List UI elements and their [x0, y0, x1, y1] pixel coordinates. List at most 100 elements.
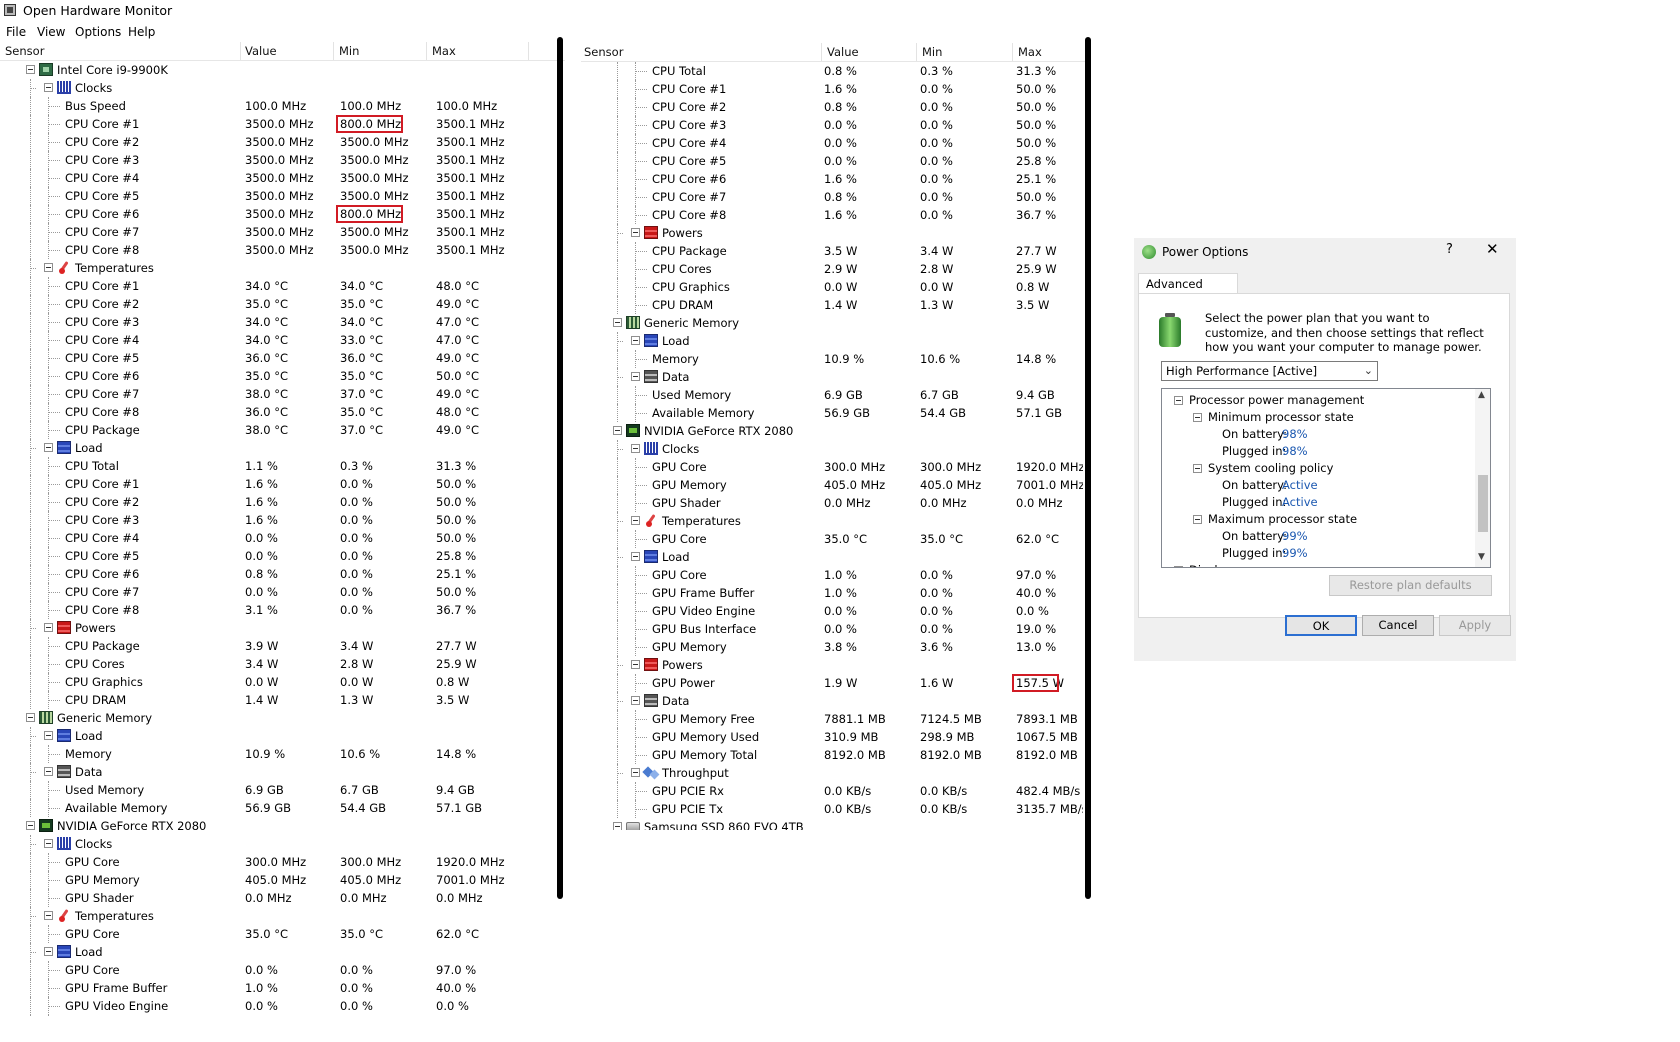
sensor-row[interactable]: CPU Total 0.8 % 0.3 % 31.3 % — [581, 62, 1083, 80]
column-divider[interactable] — [240, 42, 241, 60]
setting-value-link[interactable]: 98% — [1282, 427, 1308, 441]
collapse-toggle-icon[interactable] — [44, 623, 53, 632]
collapse-toggle-icon[interactable] — [44, 947, 53, 956]
sensor-row[interactable]: CPU Core #2 1.6 % 0.0 % 50.0 % — [0, 493, 560, 511]
sensor-row[interactable]: GPU Memory Total 8192.0 MB 8192.0 MB 8192.0… — [581, 746, 1083, 764]
column-header-min[interactable]: Min — [922, 45, 942, 59]
sensor-row[interactable]: GPU Power 1.9 W 1.6 W 157.5 W — [581, 674, 1083, 692]
sensor-row[interactable]: GPU Shader 0.0 MHz 0.0 MHz 0.0 MHz — [0, 889, 560, 907]
column-header-min[interactable]: Min — [339, 44, 359, 58]
sensor-row[interactable]: GPU Core 0.0 % 0.0 % 97.0 % — [0, 961, 560, 979]
sensor-group-row[interactable]: Clocks — [0, 835, 560, 853]
sensor-group-row[interactable]: Load — [0, 943, 560, 961]
collapse-toggle-icon[interactable] — [44, 731, 53, 740]
collapse-toggle-icon[interactable] — [44, 443, 53, 452]
apply-button[interactable]: Apply — [1439, 615, 1511, 636]
sensor-group-row[interactable]: NVIDIA GeForce RTX 2080 — [0, 817, 560, 835]
sensor-row[interactable]: CPU Core #7 0.8 % 0.0 % 50.0 % — [581, 188, 1083, 206]
sensor-row[interactable]: CPU Core #7 0.0 % 0.0 % 50.0 % — [0, 583, 560, 601]
sensor-group-row[interactable]: Powers — [581, 224, 1083, 242]
sensor-group-row[interactable]: Powers — [0, 619, 560, 637]
setting-value-link[interactable]: 98% — [1282, 444, 1308, 458]
sensor-group-row[interactable]: Load — [0, 727, 560, 745]
restore-plan-defaults-button[interactable]: Restore plan defaults — [1329, 575, 1492, 596]
sensor-row[interactable]: CPU Core #7 38.0 °C 37.0 °C 49.0 °C — [0, 385, 560, 403]
sensor-row[interactable]: GPU Memory 405.0 MHz 405.0 MHz 7001.0 MHz — [581, 476, 1083, 494]
column-divider[interactable] — [1012, 43, 1013, 61]
menu-help[interactable]: Help — [128, 25, 155, 39]
sensor-group-row[interactable]: Temperatures — [0, 907, 560, 925]
column-header-max[interactable]: Max — [1018, 45, 1042, 59]
scroll-down-icon[interactable]: ▼ — [1478, 552, 1485, 562]
sensor-row[interactable]: CPU Core #1 1.6 % 0.0 % 50.0 % — [0, 475, 560, 493]
sensor-row[interactable]: GPU Memory 3.8 % 3.6 % 13.0 % — [581, 638, 1083, 656]
sensor-row[interactable]: CPU Core #4 0.0 % 0.0 % 50.0 % — [581, 134, 1083, 152]
collapse-toggle-icon[interactable] — [44, 911, 53, 920]
sensor-row[interactable]: CPU Total 1.1 % 0.3 % 31.3 % — [0, 457, 560, 475]
sensor-row[interactable]: GPU Core 35.0 °C 35.0 °C 62.0 °C — [0, 925, 560, 943]
collapse-toggle-icon[interactable] — [631, 228, 640, 237]
column-header-value[interactable]: Value — [827, 45, 859, 59]
sensor-row[interactable]: GPU Core 35.0 °C 35.0 °C 62.0 °C — [581, 530, 1083, 548]
collapse-toggle-icon[interactable] — [631, 696, 640, 705]
cancel-button[interactable]: Cancel — [1362, 615, 1434, 636]
sensor-group-row[interactable]: Temperatures — [581, 512, 1083, 530]
sensor-row[interactable]: CPU DRAM 1.4 W 1.3 W 3.5 W — [581, 296, 1083, 314]
sensor-row[interactable]: CPU Core #5 3500.0 MHz 3500.0 MHz 3500.1 MH… — [0, 187, 560, 205]
sensor-row[interactable]: CPU Core #3 0.0 % 0.0 % 50.0 % — [581, 116, 1083, 134]
sensor-row[interactable]: CPU Core #6 1.6 % 0.0 % 25.1 % — [581, 170, 1083, 188]
column-header-sensor[interactable]: Sensor — [5, 44, 44, 58]
collapse-toggle-icon[interactable] — [26, 713, 35, 722]
sensor-row[interactable]: CPU Core #4 3500.0 MHz 3500.0 MHz 3500.1 MH… — [0, 169, 560, 187]
sensor-row[interactable]: CPU Core #5 0.0 % 0.0 % 25.8 % — [581, 152, 1083, 170]
sensor-row[interactable]: GPU Video Engine 0.0 % 0.0 % 0.0 % — [581, 602, 1083, 620]
power-plan-dropdown[interactable]: High Performance [Active] ⌄ — [1161, 361, 1378, 381]
sensor-row[interactable]: GPU Memory 405.0 MHz 405.0 MHz 7001.0 MHz — [0, 871, 560, 889]
collapse-toggle-icon[interactable] — [631, 516, 640, 525]
collapse-toggle-icon[interactable] — [44, 83, 53, 92]
sensor-row[interactable]: CPU Core #5 0.0 % 0.0 % 25.8 % — [0, 547, 560, 565]
sensor-row[interactable]: GPU Core 1.0 % 0.0 % 97.0 % — [581, 566, 1083, 584]
sensor-row[interactable]: CPU Core #8 3.1 % 0.0 % 36.7 % — [0, 601, 560, 619]
help-button[interactable]: ? — [1446, 242, 1453, 257]
sensor-row[interactable]: GPU Memory Used 310.9 MB 298.9 MB 1067.5 MB — [581, 728, 1083, 746]
sensor-row[interactable]: GPU Core 300.0 MHz 300.0 MHz 1920.0 MHz — [0, 853, 560, 871]
sensor-row[interactable]: Memory 10.9 % 10.6 % 14.8 % — [0, 745, 560, 763]
sensor-row[interactable]: CPU Core #4 0.0 % 0.0 % 50.0 % — [0, 529, 560, 547]
sensor-row[interactable]: GPU Frame Buffer 1.0 % 0.0 % 40.0 % — [581, 584, 1083, 602]
sensor-group-row[interactable]: NVIDIA GeForce RTX 2080 — [581, 422, 1083, 440]
column-divider[interactable] — [333, 42, 334, 60]
sensor-group-row[interactable]: Load — [581, 548, 1083, 566]
sensor-row[interactable]: CPU Core #5 36.0 °C 36.0 °C 49.0 °C — [0, 349, 560, 367]
sensor-row[interactable]: GPU Bus Interface0.0 %0.0 %19.0 % — [581, 620, 1083, 638]
sensor-row[interactable]: CPU Core #8 1.6 % 0.0 % 36.7 % — [581, 206, 1083, 224]
sensor-row[interactable]: Available Memory 56.9 GB 54.4 GB 57.1 GB — [0, 799, 560, 817]
scrollbar-thumb[interactable] — [1478, 475, 1488, 532]
sensor-row[interactable]: CPU Graphics 0.0 W 0.0 W 0.8 W — [581, 278, 1083, 296]
collapse-toggle-icon[interactable] — [631, 768, 640, 777]
sensor-row[interactable]: CPU Core #6 35.0 °C 35.0 °C 50.0 °C — [0, 367, 560, 385]
setting-value-link[interactable]: Active — [1282, 478, 1318, 492]
sensor-row[interactable]: CPU Package 3.9 W 3.4 W 27.7 W — [0, 637, 560, 655]
menu-options[interactable]: Options — [75, 25, 121, 39]
collapse-toggle-icon[interactable] — [26, 821, 35, 830]
sensor-row[interactable]: Available Memory 56.9 GB 54.4 GB 57.1 GB — [581, 404, 1083, 422]
sensor-row[interactable]: GPU PCIE Rx 0.0 KB/s 0.0 KB/s 482.4 MB/s — [581, 782, 1083, 800]
sensor-row[interactable]: CPU Core #6 0.8 % 0.0 % 25.1 % — [0, 565, 560, 583]
sensor-row[interactable]: GPU Core 300.0 MHz 300.0 MHz 1920.0 MHz — [581, 458, 1083, 476]
scroll-up-icon[interactable]: ▲ — [1478, 390, 1485, 400]
sensor-row[interactable]: GPU Bus Interface0.0 %0.0 %19.0 % — [0, 1015, 560, 1016]
collapse-toggle-icon[interactable] — [631, 552, 640, 561]
collapse-toggle-icon[interactable] — [631, 336, 640, 345]
sensor-group-row[interactable]: Data — [581, 692, 1083, 710]
collapse-toggle-icon[interactable] — [1193, 464, 1202, 473]
sensor-group-row[interactable]: Throughput — [581, 764, 1083, 782]
menu-file[interactable]: File — [6, 25, 26, 39]
settings-scrollbar[interactable]: ▲ ▼ — [1475, 389, 1490, 567]
power-settings-list[interactable]: Processor power management Minimum proces… — [1161, 388, 1491, 568]
setting-value-link[interactable]: Active — [1282, 495, 1318, 509]
collapse-toggle-icon[interactable] — [44, 839, 53, 848]
collapse-toggle-icon[interactable] — [613, 822, 622, 830]
setting-value-link[interactable]: 99% — [1282, 529, 1308, 543]
sensor-row[interactable]: GPU PCIE Tx 0.0 KB/s 0.0 KB/s 3135.7 MB/s — [581, 800, 1083, 818]
